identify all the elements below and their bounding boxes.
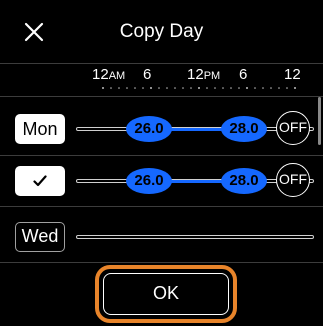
schedule-row-wed: Wed (0, 212, 323, 262)
axis-label-6pm: 6 (239, 66, 248, 83)
setpoint-2[interactable]: 28.0 (221, 116, 267, 142)
page-title: Copy Day (119, 21, 204, 42)
divider (0, 206, 323, 207)
day-button-mon[interactable]: Mon (15, 114, 65, 144)
axis-ticks (102, 87, 296, 89)
setpoint-1[interactable]: 26.0 (126, 116, 172, 142)
setpoint-2[interactable]: 28.0 (221, 168, 267, 194)
divider (0, 262, 323, 263)
off-point[interactable]: OFF (276, 163, 310, 197)
schedule-row-selected: 26.0 28.0 OFF (0, 156, 323, 206)
setpoint-1[interactable]: 26.0 (126, 168, 172, 194)
header: Copy Day (0, 0, 323, 64)
divider (0, 96, 323, 97)
axis-label-12-end: 12 (284, 66, 301, 83)
ok-button[interactable]: OK (103, 273, 229, 315)
scrollbar[interactable] (318, 97, 321, 145)
axis-label-12pm: 12PM (187, 66, 221, 83)
schedule-row-mon: Mon 26.0 28.0 OFF (0, 104, 323, 154)
divider (0, 63, 323, 64)
day-button-wed[interactable]: Wed (15, 222, 65, 252)
day-button-selected[interactable] (15, 166, 65, 196)
axis-label-6am: 6 (143, 66, 152, 83)
timeline-track (76, 235, 314, 239)
axis-label-12am: 12AM (92, 66, 126, 83)
check-icon (33, 175, 47, 187)
off-point[interactable]: OFF (276, 111, 310, 145)
